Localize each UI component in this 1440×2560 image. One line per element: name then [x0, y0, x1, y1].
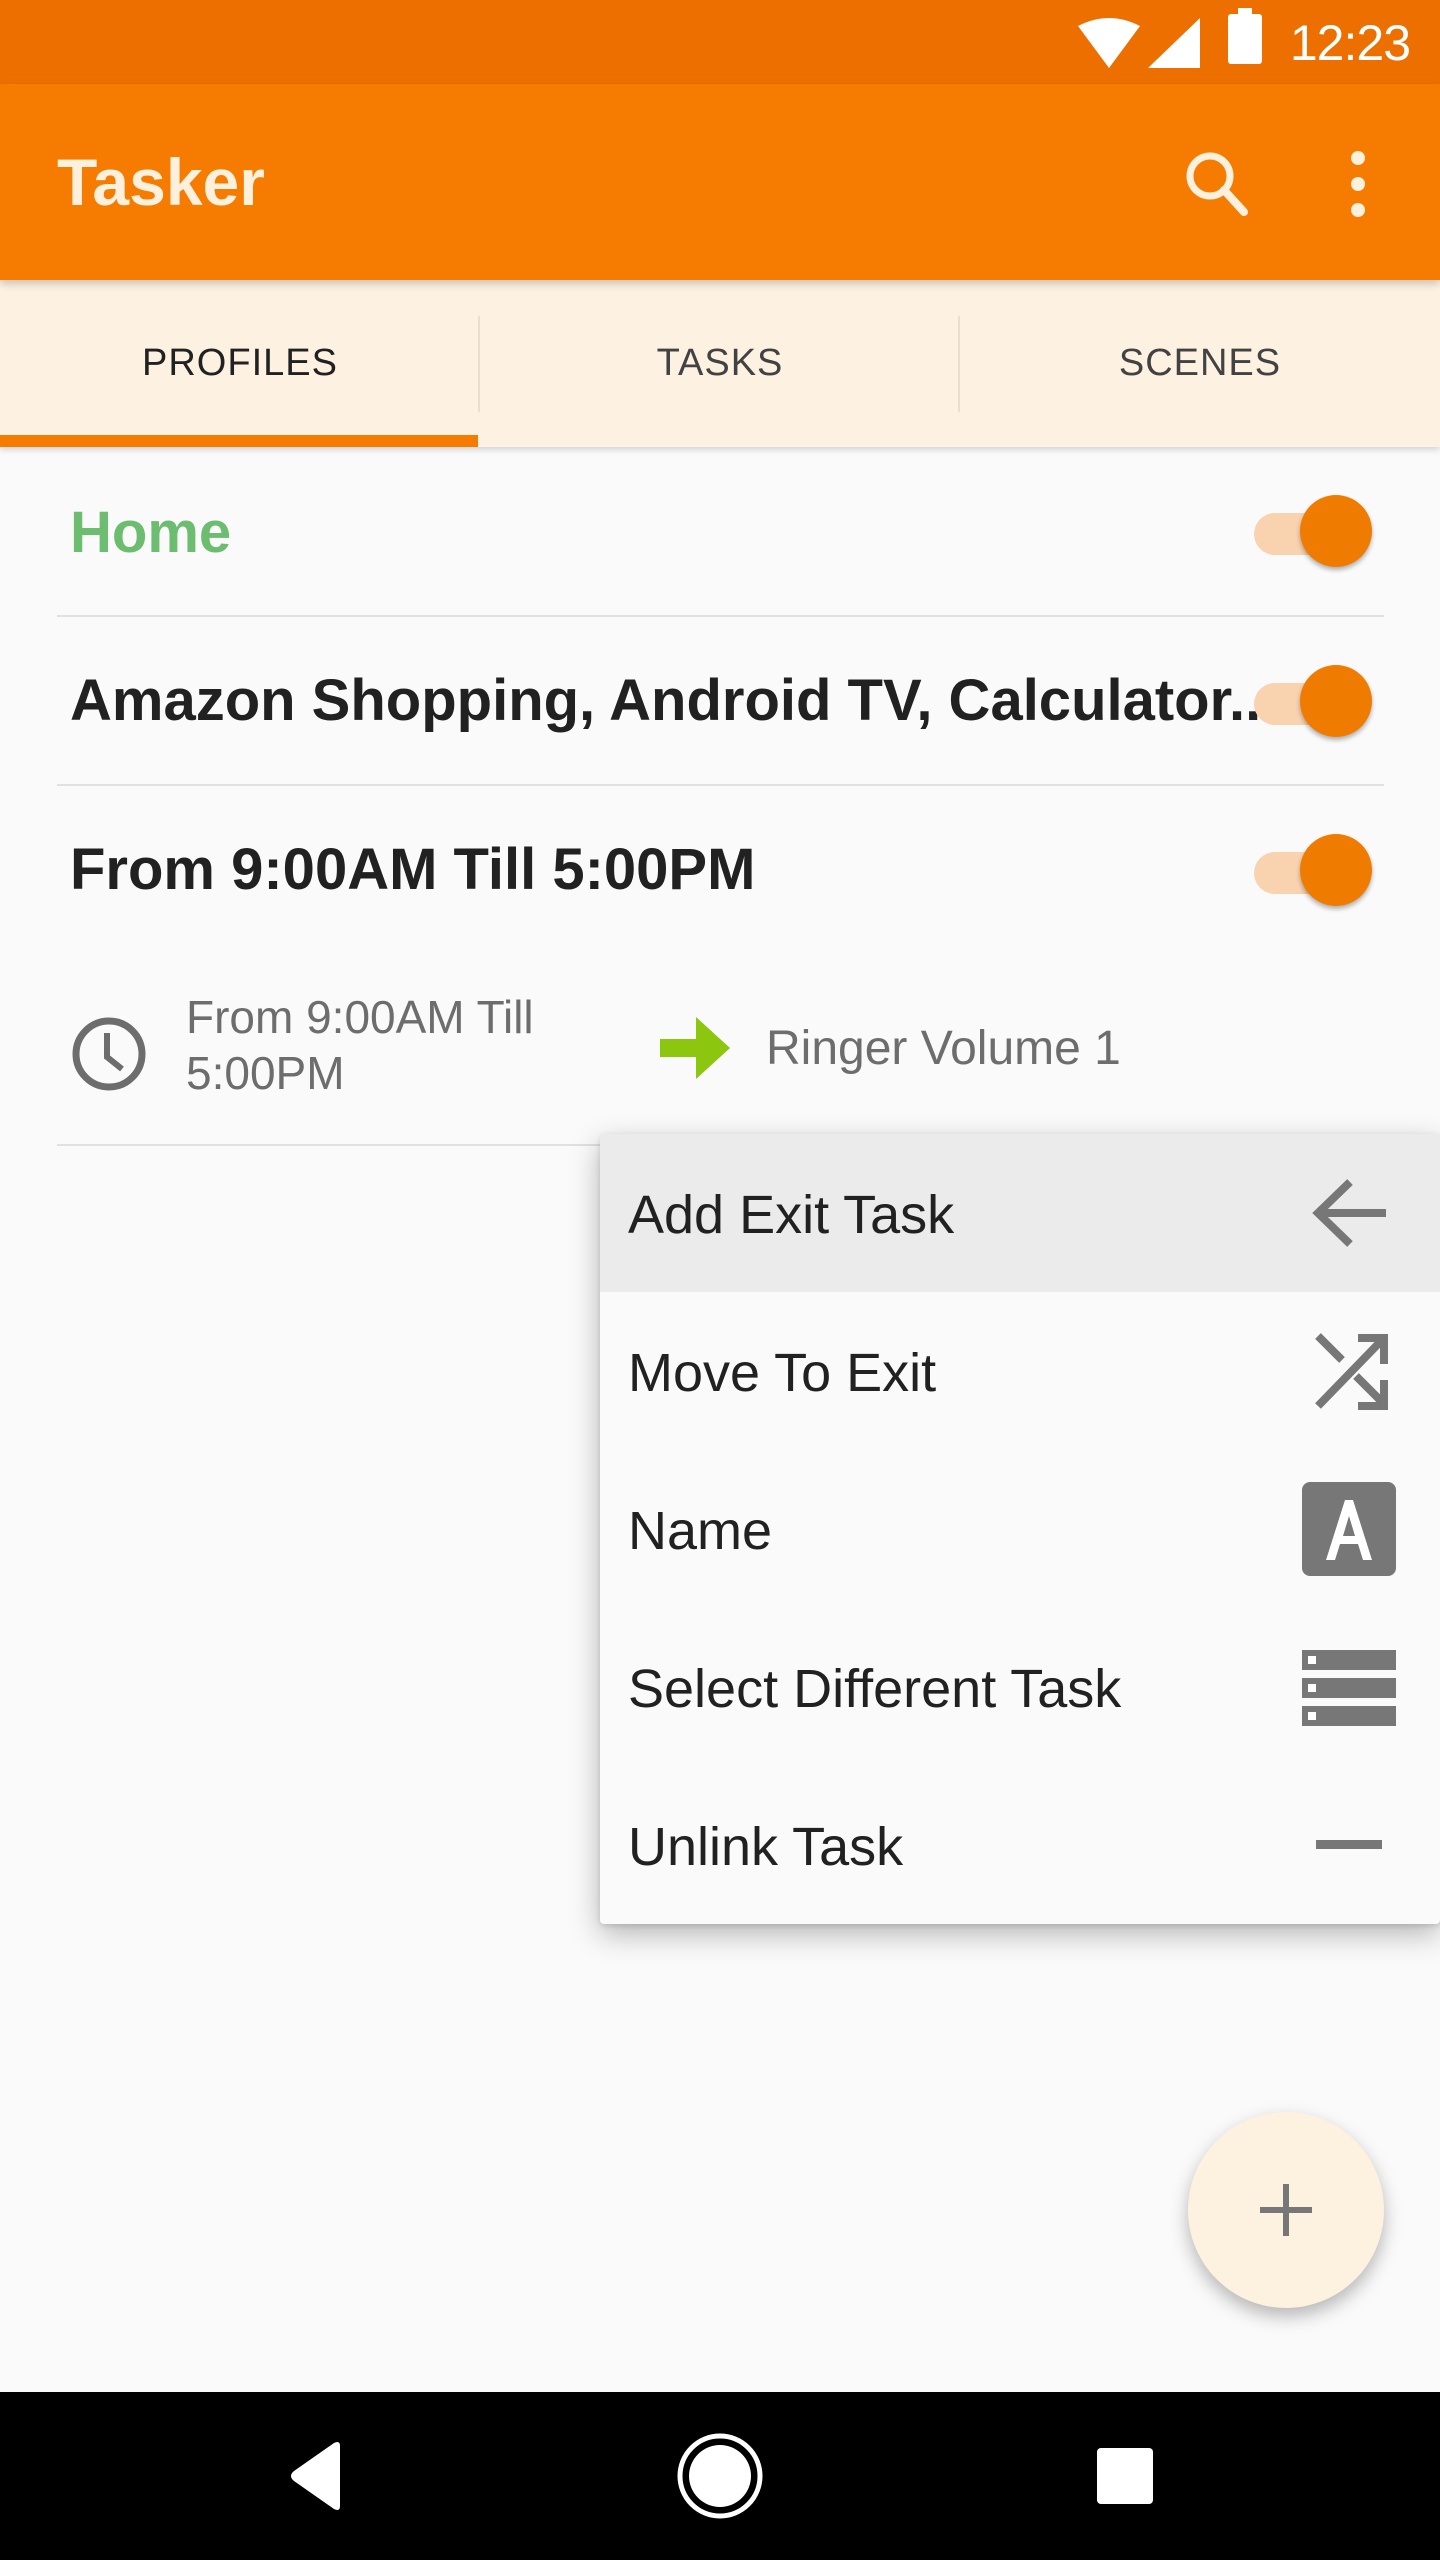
arrow-left-icon [1312, 1179, 1386, 1247]
menu-item-name[interactable]: Name [600, 1450, 1440, 1608]
more-vert-icon[interactable] [1330, 146, 1386, 222]
tab-indicator [0, 435, 478, 447]
status-bar: 12:23 [0, 0, 1440, 84]
toggle-thumb [1300, 665, 1372, 737]
tab-bar: PROFILES TASKS SCENES [0, 280, 1440, 447]
menu-item-label: Select Different Task [628, 1659, 1122, 1719]
menu-item-label: Move To Exit [628, 1343, 937, 1403]
profile-toggle[interactable] [1254, 495, 1372, 567]
plus-icon [1260, 2184, 1312, 2236]
profile-toggle[interactable] [1254, 665, 1372, 737]
menu-item-move-to-exit[interactable]: Move To Exit [600, 1292, 1440, 1450]
context-text[interactable]: From 9:00AM Till 5:00PM [186, 989, 606, 1101]
green-arrow-icon [660, 1017, 730, 1079]
status-time: 12:23 [1289, 15, 1411, 71]
back-icon[interactable] [270, 2426, 370, 2526]
clock-icon[interactable] [70, 1015, 148, 1093]
menu-item-select-different-task[interactable]: Select Different Task [600, 1608, 1440, 1766]
app-bar: Tasker [0, 84, 1440, 280]
wifi-icon [1078, 18, 1140, 68]
menu-item-unlink-task[interactable]: Unlink Task [600, 1766, 1440, 1924]
tab-scenes[interactable]: SCENES [960, 280, 1440, 447]
tab-label: PROFILES [142, 342, 338, 384]
text-a-icon [1302, 1482, 1396, 1576]
profile-toggle[interactable] [1254, 834, 1372, 906]
profile-name: Home [70, 500, 232, 565]
profile-row-apps[interactable]: Amazon Shopping, Android TV, Calculator.… [0, 617, 1440, 785]
system-nav-bar [0, 2392, 1440, 2560]
add-profile-fab[interactable] [1188, 2112, 1384, 2308]
search-icon[interactable] [1180, 146, 1256, 222]
toggle-thumb [1300, 495, 1372, 567]
tab-label: TASKS [656, 342, 784, 384]
tab-label: SCENES [1118, 342, 1282, 384]
recents-icon[interactable] [1075, 2426, 1175, 2526]
app-title: Tasker [57, 145, 265, 219]
list-icon [1302, 1650, 1396, 1726]
tab-profiles[interactable]: PROFILES [0, 280, 480, 447]
profile-row-home[interactable]: Home [0, 447, 1440, 615]
profile-name: Amazon Shopping, Android TV, Calculator.… [70, 668, 1262, 733]
minus-icon [1316, 1840, 1382, 1849]
menu-item-label: Add Exit Task [628, 1185, 955, 1245]
profile-detail: From 9:00AM Till 5:00PM Ringer Volume 1 [0, 975, 1440, 1145]
menu-item-add-exit-task[interactable]: Add Exit Task [600, 1134, 1440, 1292]
tab-tasks[interactable]: TASKS [480, 280, 960, 447]
menu-item-label: Name [628, 1501, 773, 1561]
shuffle-icon [1315, 1333, 1388, 1410]
cell-signal-icon [1148, 18, 1200, 68]
task-name[interactable]: Ringer Volume 1 [766, 1021, 1121, 1076]
profile-name: From 9:00AM Till 5:00PM [70, 837, 756, 902]
battery-icon [1228, 8, 1262, 64]
home-icon[interactable] [670, 2426, 770, 2526]
profile-row-time[interactable]: From 9:00AM Till 5:00PM [0, 786, 1440, 954]
context-menu: Add Exit Task Move To Exit Name Select D… [600, 1134, 1440, 1924]
menu-item-label: Unlink Task [628, 1817, 904, 1877]
toggle-thumb [1300, 834, 1372, 906]
